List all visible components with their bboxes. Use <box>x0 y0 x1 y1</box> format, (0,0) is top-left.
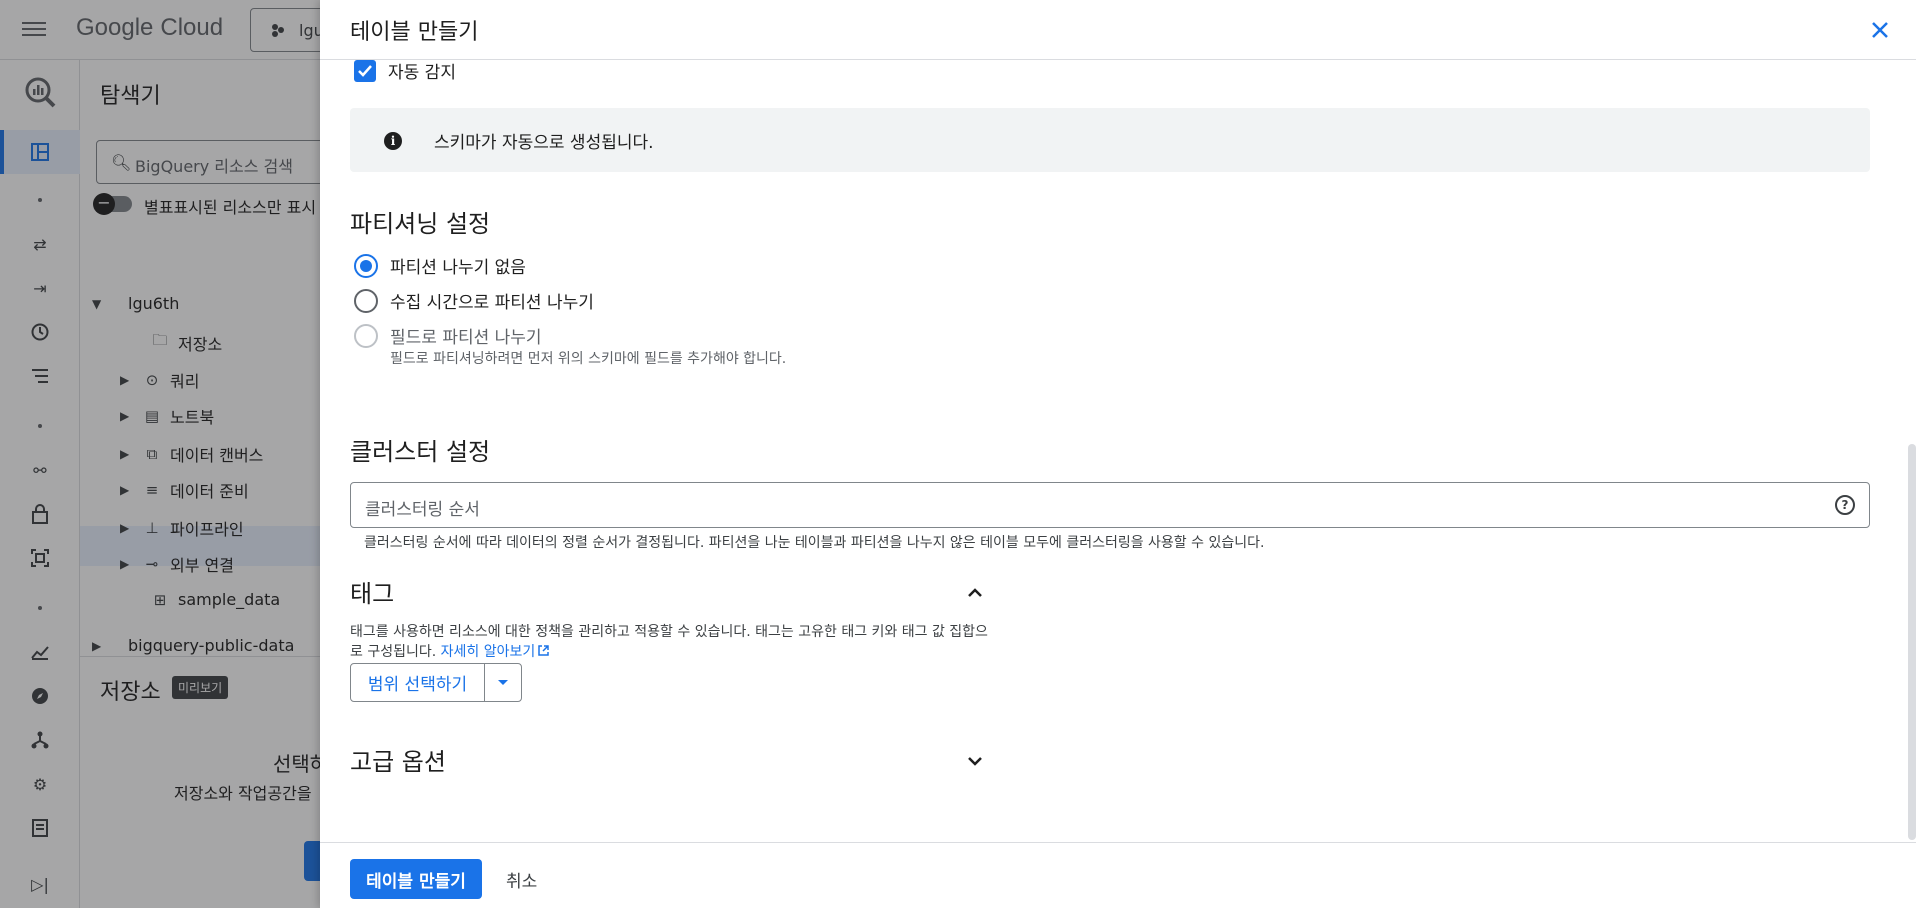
clustering-order-input[interactable]: 클러스터링 순서 ? <box>350 482 1870 528</box>
radio-label: 필드로 파티션 나누기 <box>390 328 542 348</box>
radio-field-partition: 필드로 파티션 나누기 <box>354 323 542 348</box>
checkmark-icon <box>358 64 372 77</box>
partition-section-title: 파티셔닝 설정 <box>350 210 491 238</box>
radio-label: 수집 시간으로 파티션 나누기 <box>390 293 594 313</box>
radio-ingestion-time[interactable]: 수집 시간으로 파티션 나누기 <box>354 288 594 313</box>
chevron-up-icon[interactable] <box>965 583 985 603</box>
help-icon[interactable]: ? <box>1835 495 1855 515</box>
caret-down-icon <box>498 679 508 685</box>
clustering-placeholder: 클러스터링 순서 <box>365 500 480 520</box>
auto-detect-checkbox[interactable] <box>354 59 376 82</box>
tags-description: 태그를 사용하면 리소스에 대한 정책을 관리하고 적용할 수 있습니다. 태그… <box>350 622 990 662</box>
create-table-button[interactable]: 테이블 만들기 <box>350 859 482 899</box>
learn-more-link[interactable]: 자세히 알아보기 <box>441 644 551 660</box>
tags-section-title: 태그 <box>350 580 395 608</box>
panel-header: 테이블 만들기 <box>320 0 1916 60</box>
create-table-panel: 테이블 만들기 자동 감지 i 스키마가 자동으로 생성됩니다. 파티셔닝 설정… <box>320 0 1916 908</box>
radio-button[interactable] <box>354 253 378 278</box>
panel-title: 테이블 만들기 <box>350 20 479 45</box>
advanced-section-title: 고급 옵션 <box>350 748 446 776</box>
schema-info-banner: i 스키마가 자동으로 생성됩니다. <box>350 108 1870 172</box>
scope-select-button[interactable]: 범위 선택하기 <box>351 664 485 701</box>
radio-button <box>354 323 378 348</box>
scrollbar[interactable] <box>1908 444 1916 840</box>
info-icon: i <box>384 132 402 150</box>
scope-select-button-group: 범위 선택하기 <box>350 663 522 702</box>
learn-more-label: 자세히 알아보기 <box>440 644 536 660</box>
auto-detect-label: 자동 감지 <box>388 63 456 83</box>
radio-label: 파티션 나누기 없음 <box>390 258 526 278</box>
radio-button[interactable] <box>354 288 378 313</box>
radio-no-partition[interactable]: 파티션 나누기 없음 <box>354 253 526 278</box>
external-link-icon <box>538 645 550 656</box>
field-partition-hint: 필드로 파티셔닝하려면 먼저 위의 스키마에 필드를 추가해야 합니다. <box>390 351 787 367</box>
scope-dropdown-button[interactable] <box>485 664 521 701</box>
cancel-button[interactable]: 취소 <box>506 859 537 899</box>
clustering-hint: 클러스터링 순서에 따라 데이터의 정렬 순서가 결정됩니다. 파티션을 나눈 … <box>364 535 1265 551</box>
info-text: 스키마가 자동으로 생성됩니다. <box>434 133 654 153</box>
cluster-section-title: 클러스터 설정 <box>350 438 491 466</box>
auto-detect-row: 자동 감지 <box>354 58 456 83</box>
chevron-down-icon[interactable] <box>965 751 985 771</box>
panel-footer: 테이블 만들기 취소 <box>320 842 1916 908</box>
close-icon[interactable] <box>1866 16 1894 44</box>
